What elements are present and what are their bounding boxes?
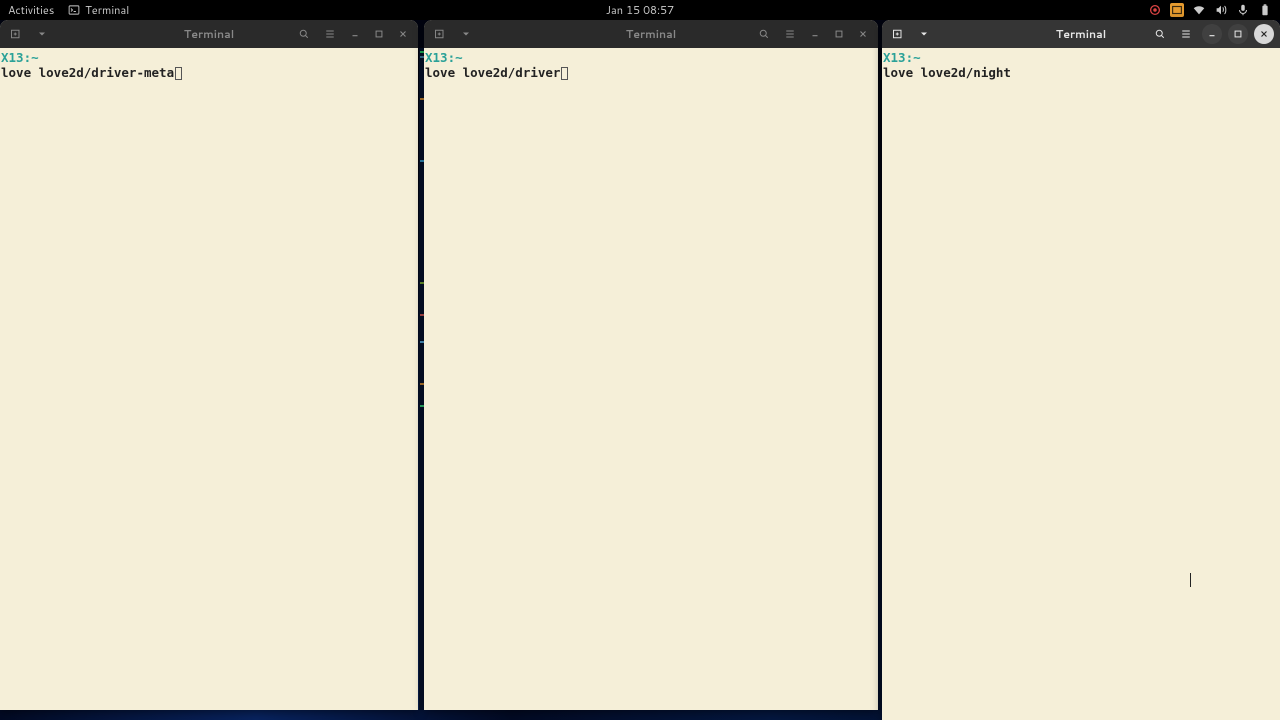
tab-menu-button[interactable]	[454, 23, 478, 45]
command-line: love love2d/night	[883, 65, 1011, 80]
volume-icon[interactable]	[1214, 3, 1228, 17]
window-title: Terminal	[184, 26, 234, 42]
shell-prompt: X13:~	[1, 50, 39, 65]
terminal-window-3[interactable]: Terminal X13:~ love love2d/night	[882, 20, 1280, 720]
terminal-window-2[interactable]: Terminal X13:~ love love2d/drive	[424, 20, 878, 710]
minimize-button[interactable]	[804, 23, 826, 45]
cursor	[175, 67, 182, 80]
minimize-button[interactable]	[344, 23, 366, 45]
minimize-button[interactable]	[1202, 24, 1222, 44]
system-tray	[1148, 3, 1272, 17]
hamburger-menu-button[interactable]	[778, 23, 802, 45]
close-button[interactable]	[392, 23, 414, 45]
search-button[interactable]	[1148, 23, 1172, 45]
microphone-icon[interactable]	[1236, 3, 1250, 17]
screen-record-icon[interactable]	[1148, 3, 1162, 17]
text-cursor	[1190, 573, 1191, 587]
headerbar: Terminal	[424, 20, 878, 48]
shell-prompt: X13:~	[883, 50, 921, 65]
hamburger-menu-button[interactable]	[1174, 23, 1198, 45]
search-button[interactable]	[292, 23, 316, 45]
terminal-window-1[interactable]: Terminal X13:~ love love2d/drive	[0, 20, 418, 710]
maximize-button[interactable]	[368, 23, 390, 45]
headerbar: Terminal	[0, 20, 418, 48]
close-button[interactable]	[852, 23, 874, 45]
maximize-button[interactable]	[828, 23, 850, 45]
new-tab-button[interactable]	[428, 23, 452, 45]
cursor	[561, 67, 568, 80]
terminal-content[interactable]: X13:~ love love2d/night	[882, 48, 1280, 720]
network-icon[interactable]	[1192, 3, 1206, 17]
gnome-top-bar: Activities Terminal Jan 15 08:57	[0, 0, 1280, 20]
screenshot-icon[interactable]	[1170, 3, 1184, 17]
window-title: Terminal	[1056, 26, 1106, 42]
hamburger-menu-button[interactable]	[318, 23, 342, 45]
command-line: love love2d/driver	[425, 65, 560, 80]
active-app-menu[interactable]: Terminal	[68, 2, 129, 18]
activities-button[interactable]: Activities	[8, 2, 54, 18]
new-tab-button[interactable]	[4, 23, 28, 45]
window-title: Terminal	[626, 26, 676, 42]
close-button[interactable]	[1254, 24, 1274, 44]
clock[interactable]: Jan 15 08:57	[606, 2, 674, 18]
command-line: love love2d/driver-meta	[1, 65, 174, 80]
maximize-button[interactable]	[1228, 24, 1248, 44]
workspace: Terminal X13:~ love love2d/drive	[0, 20, 1280, 720]
search-button[interactable]	[752, 23, 776, 45]
tab-menu-button[interactable]	[30, 23, 54, 45]
shell-prompt: X13:~	[425, 50, 463, 65]
active-app-label: Terminal	[85, 2, 129, 18]
tab-menu-button[interactable]	[912, 23, 936, 45]
new-tab-button[interactable]	[886, 23, 910, 45]
terminal-content[interactable]: X13:~ love love2d/driver	[424, 48, 878, 710]
terminal-app-icon	[68, 4, 80, 16]
terminal-content[interactable]: X13:~ love love2d/driver-meta	[0, 48, 418, 710]
headerbar: Terminal	[882, 20, 1280, 48]
battery-icon[interactable]	[1258, 3, 1272, 17]
